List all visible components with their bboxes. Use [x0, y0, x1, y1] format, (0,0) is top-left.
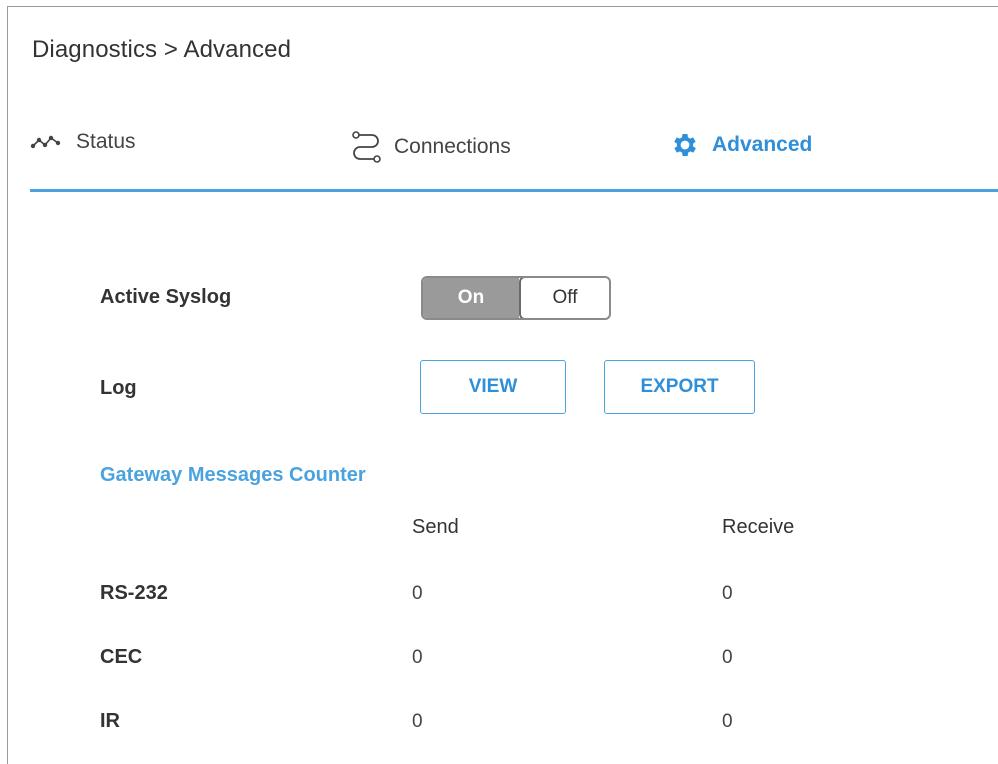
tab-advanced-label: Advanced	[712, 133, 813, 156]
status-wave-icon	[30, 134, 64, 150]
syslog-on-option[interactable]: On	[423, 278, 519, 318]
syslog-off-option[interactable]: Off	[519, 278, 609, 318]
cec-receive-value: 0	[722, 647, 733, 668]
active-syslog-toggle[interactable]: On Off	[421, 276, 611, 320]
tab-status[interactable]: Status	[30, 130, 136, 154]
view-log-button[interactable]: VIEW	[420, 360, 566, 414]
rs232-receive-value: 0	[722, 583, 733, 604]
row-label-cec: CEC	[100, 646, 143, 668]
rs232-send-value: 0	[412, 583, 423, 604]
breadcrumb: Diagnostics > Advanced	[32, 36, 292, 63]
column-header-send: Send	[412, 516, 459, 538]
row-label-rs232: RS-232	[100, 582, 168, 604]
log-label: Log	[100, 377, 137, 399]
tab-advanced[interactable]: Advanced	[670, 130, 812, 160]
ir-receive-value: 0	[722, 711, 733, 732]
ir-send-value: 0	[412, 711, 423, 732]
active-syslog-label: Active Syslog	[100, 286, 232, 308]
gear-icon	[670, 130, 700, 160]
connections-route-icon	[350, 130, 382, 164]
column-header-receive: Receive	[722, 516, 795, 538]
row-label-ir: IR	[100, 710, 120, 732]
export-log-button[interactable]: EXPORT	[604, 360, 755, 414]
cec-send-value: 0	[412, 647, 423, 668]
tab-bar: Status Connections Advanced	[30, 118, 998, 194]
tab-status-label: Status	[76, 130, 136, 153]
tab-connections[interactable]: Connections	[350, 130, 511, 164]
gateway-counter-title: Gateway Messages Counter	[100, 464, 366, 486]
tab-underline	[30, 189, 998, 192]
tab-connections-label: Connections	[394, 135, 511, 158]
